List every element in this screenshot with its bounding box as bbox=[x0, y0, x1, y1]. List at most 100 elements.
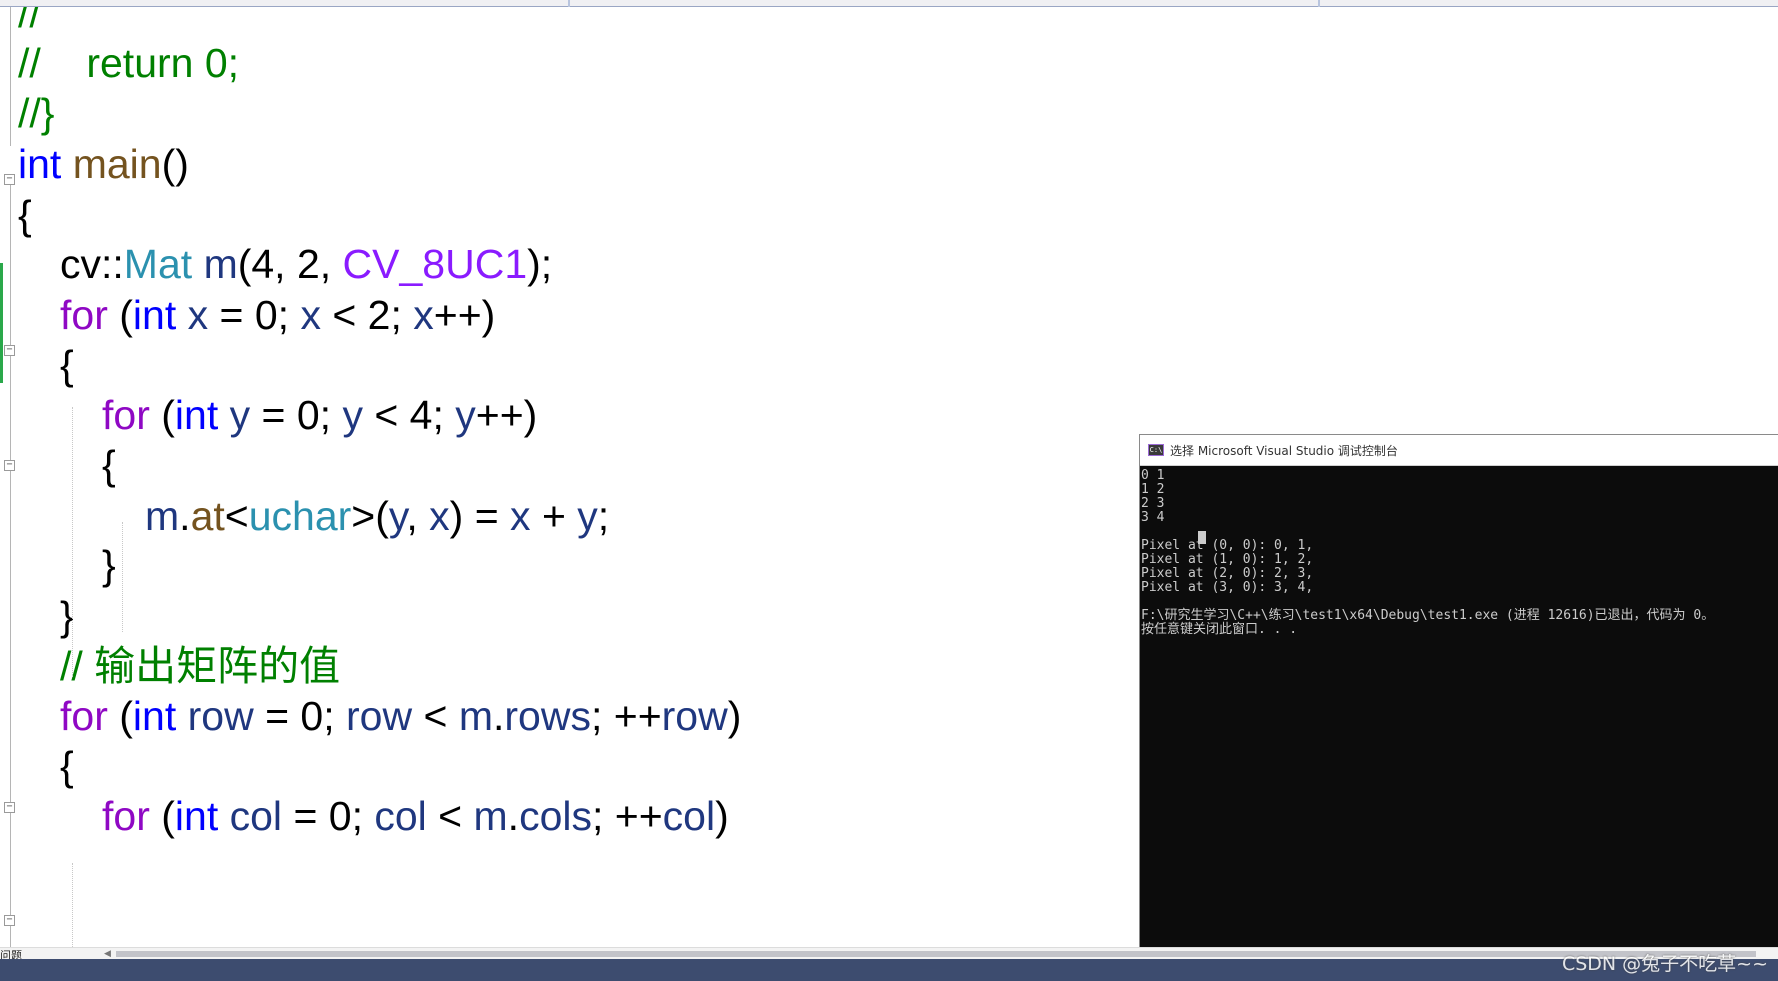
code-token: // return 0; bbox=[18, 40, 240, 86]
code-token: < 4; bbox=[362, 392, 456, 438]
code-token: } bbox=[102, 542, 116, 588]
scrollbar-thumb[interactable] bbox=[116, 951, 1756, 957]
code-token: + bbox=[530, 493, 578, 539]
code-line[interactable]: // return 0; bbox=[18, 35, 239, 92]
code-token: . bbox=[507, 793, 520, 839]
code-token: . bbox=[179, 493, 191, 539]
console-titlebar[interactable]: C:\ 选择 Microsoft Visual Studio 调试控制台 bbox=[1140, 435, 1778, 466]
code-token: = 0; bbox=[208, 292, 301, 338]
code-token: int bbox=[18, 141, 62, 187]
code-line[interactable]: for (int row = 0; row < m.rows; ++row) bbox=[60, 688, 741, 745]
code-token: y bbox=[229, 392, 251, 438]
collapse-icon[interactable]: − bbox=[4, 802, 15, 813]
code-token: x bbox=[413, 292, 434, 338]
collapse-icon[interactable]: − bbox=[4, 345, 15, 356]
code-line[interactable]: int main() bbox=[18, 136, 189, 193]
editor-gutter: − − − − − bbox=[0, 7, 16, 947]
code-line[interactable]: cv::Mat m(4, 2, CV_8UC1); bbox=[60, 236, 552, 293]
code-token: row bbox=[346, 693, 413, 739]
debug-console-window[interactable]: C:\ 选择 Microsoft Visual Studio 调试控制台 0 1… bbox=[1139, 434, 1778, 947]
code-token: ++) bbox=[475, 392, 538, 438]
code-token: { bbox=[102, 442, 116, 488]
code-token: col bbox=[662, 793, 716, 839]
code-token: >( bbox=[351, 493, 389, 539]
console-line: 2 3 bbox=[1141, 496, 1165, 511]
console-line: F:\研究生学习\C++\练习\test1\x64\Debug\test1.ex… bbox=[1141, 608, 1715, 623]
code-token: at bbox=[190, 493, 225, 539]
code-token: < bbox=[426, 793, 474, 839]
code-token: Mat bbox=[123, 241, 193, 287]
console-title: 选择 Microsoft Visual Studio 调试控制台 bbox=[1170, 444, 1398, 458]
code-token: main bbox=[72, 141, 162, 187]
code-token: int bbox=[132, 693, 177, 739]
code-line[interactable]: } bbox=[102, 537, 116, 594]
code-token: ( bbox=[149, 392, 175, 438]
code-token: ( bbox=[107, 693, 133, 739]
code-line[interactable]: m.at<uchar>(y, x) = x + y; bbox=[145, 488, 609, 545]
code-token: y bbox=[342, 392, 363, 438]
code-token: ( bbox=[107, 292, 133, 338]
horizontal-scrollbar[interactable]: 问题 ◀ bbox=[0, 947, 1778, 962]
code-token: ( bbox=[149, 793, 175, 839]
code-token: { bbox=[18, 192, 32, 238]
code-token: x bbox=[300, 292, 321, 338]
code-token: x bbox=[187, 292, 209, 338]
outline-line bbox=[10, 177, 11, 947]
code-line[interactable]: { bbox=[102, 437, 116, 494]
code-line[interactable]: { bbox=[60, 337, 74, 394]
code-token: col bbox=[229, 793, 283, 839]
navigation-bar bbox=[0, 0, 1778, 7]
code-token: ) bbox=[727, 693, 742, 739]
console-output: 0 11 22 33 4 Pixel at (0, 0): 0, 1, Pixel… bbox=[1141, 469, 1777, 637]
console-line: Pixel at (3, 0): 3, 4, bbox=[1141, 580, 1314, 595]
code-line[interactable]: //} bbox=[18, 85, 54, 142]
code-token: { bbox=[60, 342, 74, 388]
code-token: = 0; bbox=[250, 392, 343, 438]
console-line: 按任意键关闭此窗口. . . bbox=[1141, 622, 1298, 637]
collapse-icon[interactable]: − bbox=[4, 915, 15, 926]
code-token: { bbox=[60, 743, 74, 789]
code-token: col bbox=[374, 793, 427, 839]
code-line[interactable]: // 输出矩阵的值 bbox=[60, 638, 340, 695]
code-line[interactable]: { bbox=[60, 738, 74, 795]
code-token: (4, 2, bbox=[237, 241, 343, 287]
code-token: for bbox=[102, 793, 150, 839]
code-token: , bbox=[406, 493, 430, 539]
console-cursor bbox=[1198, 531, 1206, 544]
scroll-left-arrow-icon[interactable]: ◀ bbox=[104, 949, 111, 959]
code-token: y bbox=[455, 392, 476, 438]
code-line[interactable]: for (int col = 0; col < m.cols; ++col) bbox=[102, 788, 729, 845]
code-token: // bbox=[18, 7, 41, 36]
code-line[interactable]: for (int x = 0; x < 2; x++) bbox=[60, 287, 495, 344]
code-token: m bbox=[145, 493, 180, 539]
nav-divider bbox=[568, 0, 570, 7]
code-token: < bbox=[412, 693, 459, 739]
code-token: y bbox=[577, 493, 598, 539]
watermark-text: CSDN @兔子不吃草~~ bbox=[1561, 953, 1768, 975]
code-token: . bbox=[492, 693, 505, 739]
console-app-icon: C:\ bbox=[1148, 444, 1164, 456]
code-token: cv:: bbox=[60, 241, 124, 287]
collapse-icon[interactable]: − bbox=[4, 460, 15, 471]
code-line[interactable]: for (int y = 0; y < 4; y++) bbox=[102, 387, 537, 444]
collapse-icon[interactable]: − bbox=[4, 174, 15, 185]
console-line: Pixel at (1, 0): 1, 2, bbox=[1141, 552, 1314, 567]
code-token: m bbox=[203, 241, 238, 287]
code-token: rows bbox=[504, 693, 591, 739]
code-token: for bbox=[60, 693, 108, 739]
outline-line bbox=[10, 7, 11, 146]
code-token: ; ++ bbox=[592, 793, 663, 839]
code-token: < bbox=[224, 493, 249, 539]
code-token: x bbox=[510, 493, 531, 539]
code-token: CV_8UC1 bbox=[342, 241, 528, 287]
code-token: int bbox=[132, 292, 177, 338]
code-line[interactable]: { bbox=[18, 187, 32, 244]
code-token: for bbox=[102, 392, 150, 438]
console-line: 3 4 bbox=[1141, 510, 1165, 525]
console-line: 1 2 bbox=[1141, 482, 1165, 497]
